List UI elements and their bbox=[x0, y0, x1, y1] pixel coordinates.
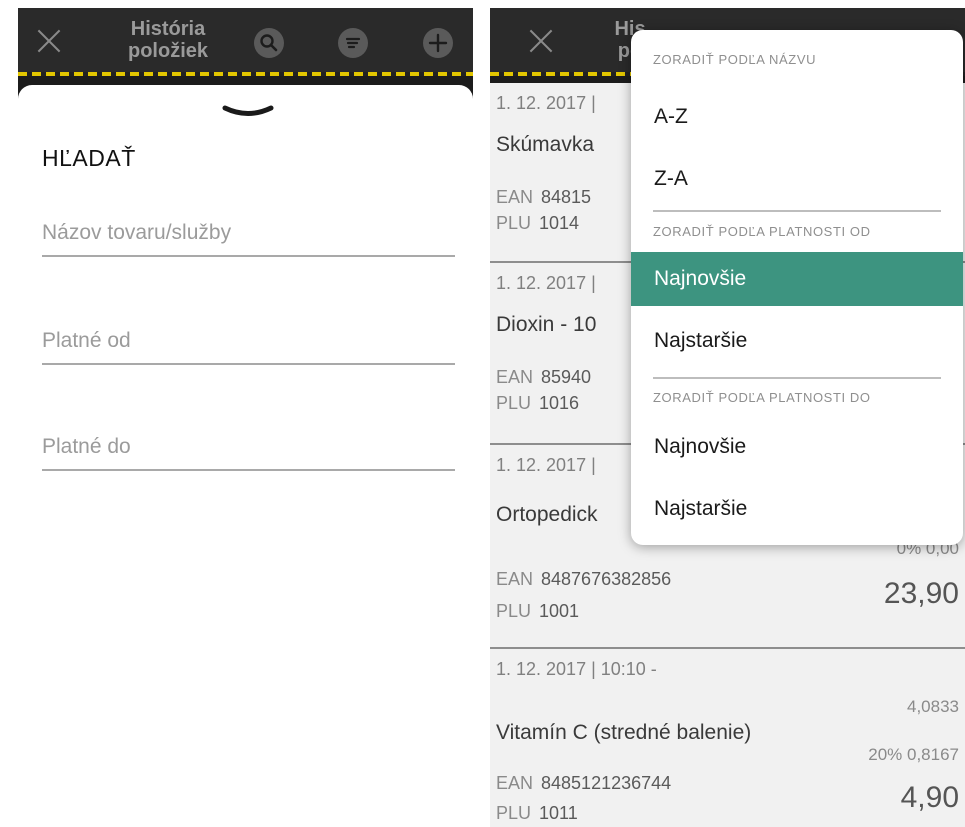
item-ean: EAN 85940 bbox=[496, 367, 592, 387]
page-title-line2: položiek bbox=[127, 40, 208, 62]
add-icon bbox=[428, 33, 448, 53]
item-plu: PLU 1014 bbox=[496, 213, 580, 233]
item-plu: PLU 1016 bbox=[496, 393, 580, 413]
sort-by-valid-from-heading: ZORADIŤ PODĽA PLATNOSTI OD bbox=[653, 224, 871, 239]
item-date: 1. 12. 2017 | bbox=[496, 273, 596, 293]
item-date: 1. 12. 2017 | bbox=[496, 93, 596, 113]
sort-valid-from-newest-option[interactable]: Najnovšie bbox=[631, 252, 963, 306]
item-name: Dioxin - 10 bbox=[496, 313, 597, 336]
list-item[interactable]: 1. 12. 2017 | 10:10 - 4,0833 Vitamín C (… bbox=[490, 649, 965, 827]
item-plu: PLU 1011 bbox=[496, 803, 578, 823]
valid-from-field[interactable]: Platné od bbox=[42, 325, 455, 365]
search-screen: História položiek HĽADAŤ Názov tovaru/sl… bbox=[18, 8, 473, 827]
sort-valid-to-oldest-option[interactable]: Najstaršie bbox=[631, 482, 963, 536]
item-name: Skúmavka bbox=[496, 133, 595, 156]
sort-valid-to-newest-option[interactable]: Najnovšie bbox=[631, 420, 963, 474]
item-price: 4,90 bbox=[900, 781, 959, 814]
item-date: 1. 12. 2017 | bbox=[496, 455, 596, 475]
close-icon[interactable] bbox=[528, 28, 554, 54]
chevron-down-icon[interactable] bbox=[222, 105, 274, 121]
top-bar: História položiek bbox=[18, 8, 473, 76]
item-price: 23,90 bbox=[883, 577, 959, 610]
item-vat: 20% 0,8167 bbox=[868, 745, 959, 764]
item-net: 4,0833 bbox=[907, 697, 959, 716]
menu-divider bbox=[653, 377, 941, 379]
sort-a-z-option[interactable]: A-Z bbox=[631, 90, 963, 144]
menu-divider bbox=[653, 210, 941, 212]
filter-icon bbox=[345, 37, 361, 49]
search-sheet: HĽADAŤ Názov tovaru/služby Platné od Pla… bbox=[18, 85, 473, 827]
sort-valid-from-oldest-option[interactable]: Najstaršie bbox=[631, 314, 963, 368]
item-ean: EAN 8487676382856 bbox=[496, 569, 672, 589]
search-button[interactable] bbox=[254, 28, 284, 58]
search-heading: HĽADAŤ bbox=[42, 145, 136, 171]
item-ean: EAN 84815 bbox=[496, 187, 592, 207]
item-name: Ortopedick bbox=[496, 503, 598, 526]
item-plu: PLU 1001 bbox=[496, 601, 580, 621]
item-ean: EAN 8485121236744 bbox=[496, 773, 672, 793]
history-screen: His po 1. 12. 2017 | Skúmavka EAN 84815 P… bbox=[490, 8, 965, 827]
add-button[interactable] bbox=[423, 28, 453, 58]
sort-by-name-heading: ZORADIŤ PODĽA NÁZVU bbox=[653, 52, 817, 67]
search-icon bbox=[260, 34, 278, 52]
sort-by-valid-to-heading: ZORADIŤ PODĽA PLATNOSTI DO bbox=[653, 390, 871, 405]
page-title: História položiek bbox=[118, 18, 218, 62]
item-date: 1. 12. 2017 | 10:10 - bbox=[496, 659, 657, 679]
valid-to-field[interactable]: Platné do bbox=[42, 431, 455, 471]
warning-stripe bbox=[18, 72, 473, 76]
filter-button[interactable] bbox=[338, 28, 368, 58]
page-title-line1: História bbox=[130, 18, 206, 40]
product-name-field[interactable]: Názov tovaru/služby bbox=[42, 217, 455, 257]
sort-z-a-option[interactable]: Z-A bbox=[631, 152, 963, 206]
close-icon[interactable] bbox=[36, 28, 62, 54]
item-name: Vitamín C (stredné balenie) bbox=[496, 721, 752, 744]
sort-menu: ZORADIŤ PODĽA NÁZVU A-Z Z-A ZORADIŤ PODĽ… bbox=[631, 30, 963, 545]
